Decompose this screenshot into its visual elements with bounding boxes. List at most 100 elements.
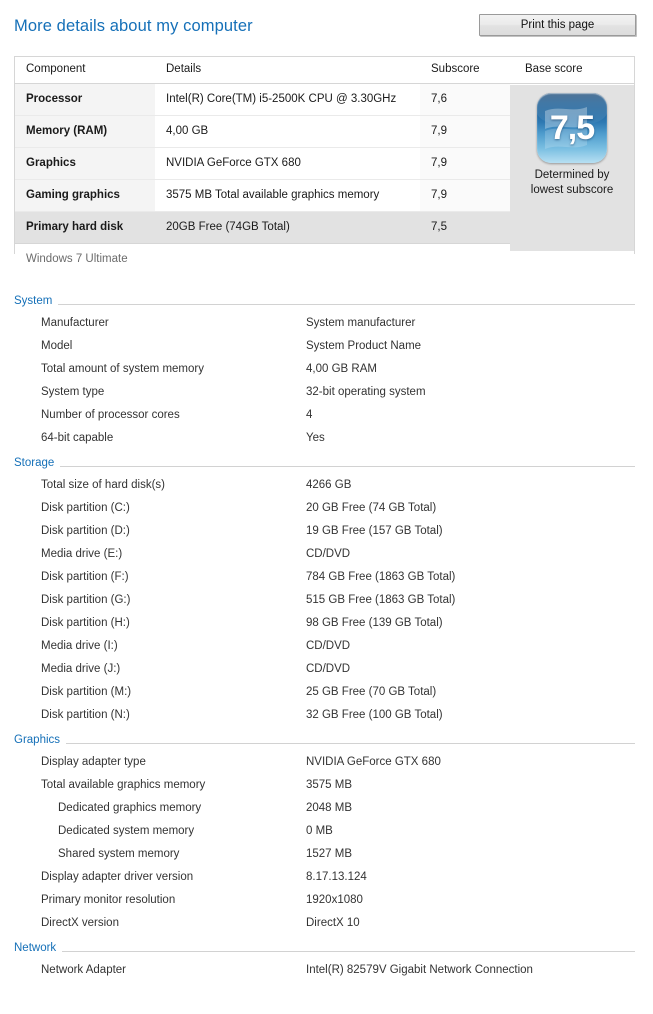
detail-value: 515 GB Free (1863 GB Total) (306, 594, 455, 606)
detail-label: Network Adapter (41, 964, 126, 976)
section-header: Storage (14, 457, 635, 475)
detail-label: Disk partition (F:) (41, 571, 129, 583)
detail-row: Total amount of system memory4,00 GB RAM (0, 359, 653, 382)
detail-row: Dedicated system memory 0 MB (0, 821, 653, 844)
detail-row: Media drive (J:) CD/DVD (0, 659, 653, 682)
cell-details: 4,00 GB (166, 125, 208, 137)
detail-label: Dedicated system memory (58, 825, 194, 837)
detail-value: 784 GB Free (1863 GB Total) (306, 571, 455, 583)
detail-label: Manufacturer (41, 317, 109, 329)
detail-value: System manufacturer (306, 317, 415, 329)
detail-value: CD/DVD (306, 663, 350, 675)
detail-row: 64-bit capable Yes (0, 428, 653, 451)
detail-label: Number of processor cores (41, 409, 180, 421)
section-system: System Manufacturer System manufacturer Mod… (0, 295, 653, 451)
cell-component: Gaming graphics (26, 189, 120, 201)
cell-subscore: 7,6 (431, 93, 447, 105)
detail-label: Disk partition (N:) (41, 709, 130, 721)
detail-label: Dedicated graphics memory (58, 802, 201, 814)
detail-row: Model System Product Name (0, 336, 653, 359)
cell-details: 3575 MB Total available graphics memory (166, 189, 379, 201)
detail-label: Display adapter driver version (41, 871, 193, 883)
detail-value: 3575 MB (306, 779, 352, 791)
detail-row: Display adapter typeNVIDIA GeForce GTX 6… (0, 752, 653, 775)
detail-value: 19 GB Free (157 GB Total) (306, 525, 443, 537)
cell-component: Processor (26, 93, 82, 105)
section-graphics: GraphicsDisplay adapter typeNVIDIA GeFor… (0, 734, 653, 936)
system-details-page: More details about my computer Print thi… (0, 0, 653, 1014)
detail-value: 4 (306, 409, 312, 421)
section-divider (14, 951, 635, 952)
detail-label: Disk partition (C:) (41, 502, 130, 514)
detail-label: 64-bit capable (41, 432, 113, 444)
cell-component: Graphics (26, 157, 76, 169)
detail-row: Disk partition (N:) 32 GB Free (100 GB To… (0, 705, 653, 728)
detail-row: Total size of hard disk(s)4266 GB (0, 475, 653, 498)
section-divider (14, 466, 635, 467)
detail-row: Disk partition (C:) 20 GB Free (74 GB Tot… (0, 498, 653, 521)
detail-row: Disk partition (M:) 25 GB Free (70 GB Tot… (0, 682, 653, 705)
cell-details: Intel(R) Core(TM) i5-2500K CPU @ 3.30GHz (166, 93, 396, 105)
detail-value: Yes (306, 432, 325, 444)
detail-row: Display adapter driver version 8.17.13.12… (0, 867, 653, 890)
detail-value: 4,00 GB RAM (306, 363, 377, 375)
cell-details: NVIDIA GeForce GTX 680 (166, 157, 301, 169)
detail-value: 1527 MB (306, 848, 352, 860)
cell-subscore: 7,9 (431, 157, 447, 169)
detail-row: Shared system memory 1527 MB (0, 844, 653, 867)
base-score-caption: Determined by lowest subscore (517, 168, 627, 198)
column-header-component: Component (26, 63, 85, 75)
column-header-details: Details (166, 63, 201, 75)
detail-value: 32-bit operating system (306, 386, 426, 398)
detail-label: Disk partition (G:) (41, 594, 130, 606)
base-score-badge: 7,5 (537, 93, 607, 163)
detail-value: 2048 MB (306, 802, 352, 814)
detail-row: Disk partition (H:) 98 GB Free (139 GB To… (0, 613, 653, 636)
performance-score-table: Component Details Subscore Base score Pr… (14, 56, 635, 254)
detail-label: Media drive (E:) (41, 548, 122, 560)
detail-value: 0 MB (306, 825, 333, 837)
cell-subscore: 7,9 (431, 125, 447, 137)
column-header-base-score: Base score (525, 63, 583, 75)
detail-label: Model (41, 340, 72, 352)
detail-row: Disk partition (G:) 515 GB Free (1863 GB … (0, 590, 653, 613)
detail-row: System type 32-bit operating system (0, 382, 653, 405)
detail-value: CD/DVD (306, 640, 350, 652)
detail-value: DirectX 10 (306, 917, 360, 929)
detail-value: 32 GB Free (100 GB Total) (306, 709, 443, 721)
page-header: More details about my computer Print thi… (0, 0, 653, 48)
cell-component: Primary hard disk (26, 221, 123, 233)
section-title: System (14, 295, 58, 307)
detail-value: System Product Name (306, 340, 421, 352)
print-this-page-button[interactable]: Print this page (479, 14, 636, 36)
base-score-value: 7,5 (537, 109, 607, 147)
column-header-subscore: Subscore (431, 63, 480, 75)
detail-value: 25 GB Free (70 GB Total) (306, 686, 436, 698)
detail-row: Dedicated graphics memory 2048 MB (0, 798, 653, 821)
section-storage: StorageTotal size of hard disk(s)4266 GB… (0, 457, 653, 728)
detail-value: 98 GB Free (139 GB Total) (306, 617, 443, 629)
detail-label: Display adapter type (41, 756, 146, 768)
detail-label: Media drive (J:) (41, 663, 120, 675)
detail-label: Disk partition (M:) (41, 686, 131, 698)
score-table-header-row: Component Details Subscore Base score (15, 57, 634, 84)
detail-label: Primary monitor resolution (41, 894, 175, 906)
section-header: Network (14, 942, 635, 960)
detail-row: Number of processor cores 4 (0, 405, 653, 428)
section-network: NetworkNetwork AdapterIntel(R) 82579V Gi… (0, 942, 653, 983)
detail-label: DirectX version (41, 917, 119, 929)
detail-value: 8.17.13.124 (306, 871, 367, 883)
windows-edition-label: Windows 7 Ultimate (26, 253, 128, 265)
detail-row: Media drive (E:) CD/DVD (0, 544, 653, 567)
section-divider (14, 743, 635, 744)
detail-label: System type (41, 386, 104, 398)
detail-label: Disk partition (H:) (41, 617, 130, 629)
cell-details: 20GB Free (74GB Total) (166, 221, 290, 233)
page-title: More details about my computer (14, 17, 253, 36)
section-title: Network (14, 942, 62, 954)
detail-label: Shared system memory (58, 848, 179, 860)
detail-value: 20 GB Free (74 GB Total) (306, 502, 436, 514)
detail-row: DirectX version DirectX 10 (0, 913, 653, 936)
detail-value: CD/DVD (306, 548, 350, 560)
section-header: System (14, 295, 635, 313)
